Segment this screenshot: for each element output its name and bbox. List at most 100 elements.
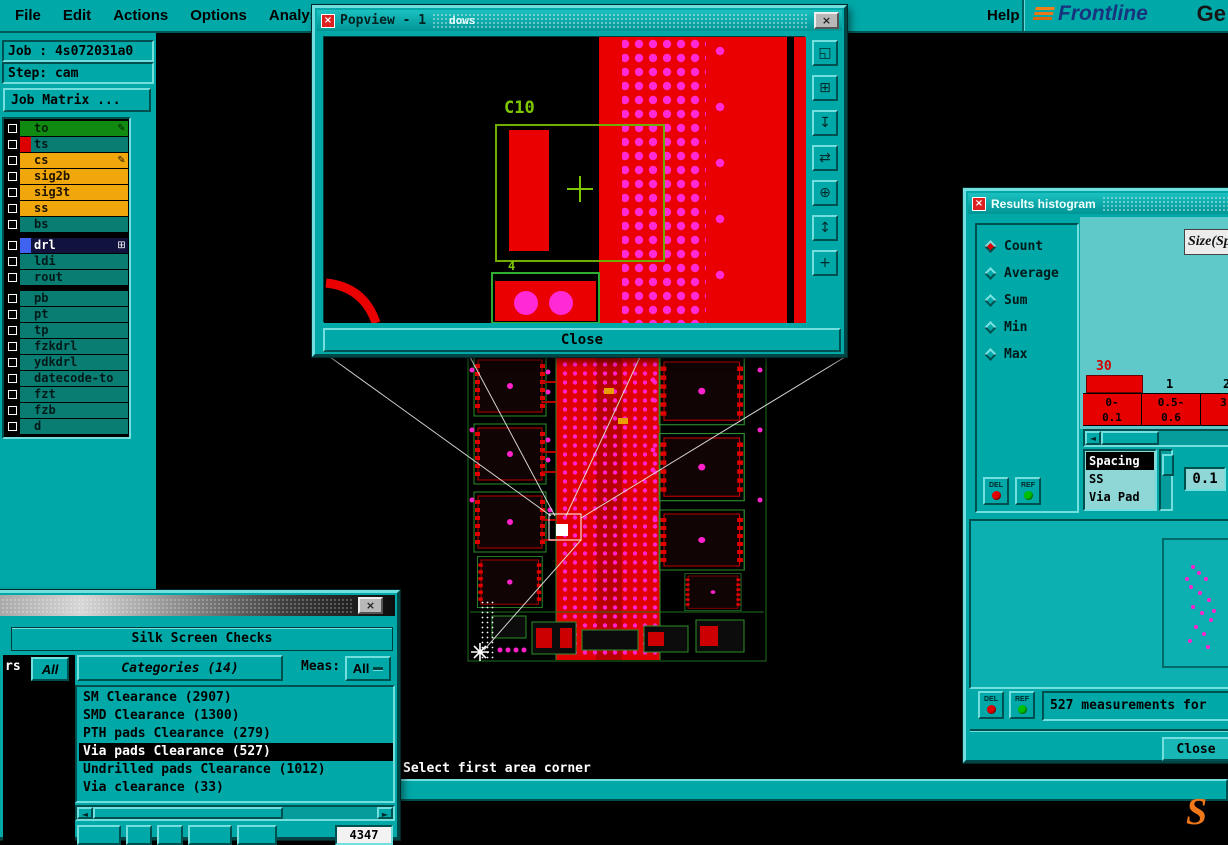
check-category-item[interactable]: PTH pads Clearance (279) (79, 725, 393, 743)
scroll-thumb[interactable] (93, 807, 283, 819)
layer-visibility-checkbox[interactable] (5, 322, 20, 338)
layer-bar[interactable]: ldi (20, 253, 128, 269)
reference-button[interactable]: REF (1015, 477, 1041, 505)
categories-button[interactable]: Categories (14) (77, 655, 283, 681)
delete-button[interactable]: DEL (983, 477, 1009, 505)
checks-titlebar[interactable]: × (0, 595, 395, 616)
layer-row[interactable]: cs ✎ (5, 152, 128, 168)
popview-tool-button[interactable]: ⇄ (812, 145, 838, 171)
layer-visibility-checkbox[interactable] (5, 418, 20, 434)
layer-row[interactable]: sig2b (5, 168, 128, 184)
pager-button[interactable] (188, 825, 232, 845)
popview-tool-button[interactable]: ⊞ (812, 75, 838, 101)
layer-row[interactable]: ydkdrl (5, 354, 128, 370)
param-item[interactable]: SS (1086, 470, 1154, 488)
popview-titlebar[interactable]: × Popview - 1 dows × (317, 10, 842, 31)
layer-bar[interactable]: pt (20, 306, 128, 322)
layer-bar[interactable]: sig2b (20, 168, 128, 184)
layer-bar[interactable]: pb (20, 290, 128, 306)
pager-button[interactable] (157, 825, 183, 845)
param-item[interactable]: Via Pad (1086, 488, 1154, 506)
popview-close-button[interactable]: × (814, 12, 839, 29)
statistic-option[interactable]: Count (977, 233, 1077, 260)
layers-filter-all-button[interactable]: All (31, 657, 69, 681)
layer-row[interactable]: ldi (5, 253, 128, 269)
layer-row[interactable]: bs (5, 216, 128, 232)
layer-row[interactable]: ss (5, 200, 128, 216)
scroll-left-arrow[interactable]: ◄ (1085, 431, 1101, 445)
param-item[interactable]: Spacing (1086, 452, 1154, 470)
layer-visibility-checkbox[interactable] (5, 354, 20, 370)
layer-visibility-checkbox[interactable] (5, 306, 20, 322)
job-matrix-button[interactable]: Job Matrix ... (3, 88, 151, 112)
layer-row[interactable]: pb (5, 290, 128, 306)
menu-item[interactable]: File (4, 7, 52, 24)
layer-row[interactable]: rout (5, 269, 128, 285)
layer-row[interactable]: ts (5, 136, 128, 152)
layer-row[interactable]: drl ⊞ (5, 237, 128, 253)
layer-visibility-checkbox[interactable] (5, 120, 20, 136)
reference-button[interactable]: REF (1009, 691, 1035, 719)
layer-bar[interactable]: ss (20, 200, 128, 216)
menu-item[interactable]: Edit (52, 7, 102, 24)
scroll-right-arrow[interactable]: ► (377, 807, 393, 819)
check-category-item[interactable]: SM Clearance (2907) (79, 689, 393, 707)
check-category-item[interactable]: Via pads Clearance (527) (79, 743, 393, 761)
layer-bar[interactable]: ts (20, 136, 128, 152)
statistic-option[interactable]: Average (977, 260, 1077, 287)
layer-visibility-checkbox[interactable] (5, 200, 20, 216)
param-vscrollbar[interactable] (1159, 449, 1174, 511)
statistic-option[interactable]: Max (977, 341, 1077, 368)
check-category-item[interactable]: SMD Clearance (1300) (79, 707, 393, 725)
layer-row[interactable]: fzb (5, 402, 128, 418)
layer-row[interactable]: fzt (5, 386, 128, 402)
layer-visibility-checkbox[interactable] (5, 136, 20, 152)
popview-tool-button[interactable]: ⊕ (812, 180, 838, 206)
layer-bar[interactable]: datecode-to (20, 370, 128, 386)
popview-tool-button[interactable]: ◱ (812, 40, 838, 66)
check-category-item[interactable]: Via clearance (33) (79, 779, 393, 797)
layer-visibility-checkbox[interactable] (5, 370, 20, 386)
layer-visibility-checkbox[interactable] (5, 269, 20, 285)
menu-item[interactable]: Actions (102, 7, 179, 24)
layer-visibility-checkbox[interactable] (5, 216, 20, 232)
layer-bar[interactable]: cs ✎ (20, 152, 128, 168)
layer-bar[interactable]: bs (20, 216, 128, 232)
check-category-item[interactable]: Undrilled pads Clearance (1012) (79, 761, 393, 779)
pager-button[interactable] (77, 825, 121, 845)
scroll-left-arrow[interactable]: ◄ (77, 807, 93, 819)
popview-tool-button[interactable]: + (812, 250, 838, 276)
layer-bar[interactable]: drl ⊞ (20, 237, 128, 253)
pager-button[interactable] (237, 825, 277, 845)
layer-visibility-checkbox[interactable] (5, 253, 20, 269)
layer-visibility-checkbox[interactable] (5, 290, 20, 306)
statistic-option[interactable]: Min (977, 314, 1077, 341)
layer-row[interactable]: tp (5, 322, 128, 338)
layer-bar[interactable]: sig3t (20, 184, 128, 200)
layer-row[interactable]: to ✎ (5, 120, 128, 136)
checks-hscrollbar[interactable]: ◄ ► (75, 805, 395, 821)
layer-visibility-checkbox[interactable] (5, 237, 20, 253)
popview-viewport[interactable]: C10 4 (323, 36, 806, 325)
layer-bar[interactable]: d (20, 418, 128, 434)
checks-close-button[interactable]: × (358, 597, 383, 614)
delete-button[interactable]: DEL (978, 691, 1004, 719)
layer-bar[interactable]: ydkdrl (20, 354, 128, 370)
layer-bar[interactable]: tp (20, 322, 128, 338)
layer-bar[interactable]: rout (20, 269, 128, 285)
pager-button[interactable] (126, 825, 152, 845)
layer-visibility-checkbox[interactable] (5, 402, 20, 418)
layer-row[interactable]: fzkdrl (5, 338, 128, 354)
layer-bar[interactable]: fzkdrl (20, 338, 128, 354)
layer-row[interactable]: pt (5, 306, 128, 322)
layer-row[interactable]: datecode-to (5, 370, 128, 386)
layer-visibility-checkbox[interactable] (5, 152, 20, 168)
layer-bar[interactable]: to ✎ (20, 120, 128, 136)
histogram-close-button[interactable]: Close (1162, 737, 1228, 761)
layer-visibility-checkbox[interactable] (5, 168, 20, 184)
results-plot-area[interactable] (969, 519, 1228, 689)
popview-close-view-button[interactable]: Close (323, 328, 841, 352)
measurement-count-field[interactable]: 4347 (335, 825, 393, 845)
histogram-hscrollbar[interactable]: ◄ ► (1083, 429, 1228, 447)
statistic-option[interactable]: Sum (977, 287, 1077, 314)
